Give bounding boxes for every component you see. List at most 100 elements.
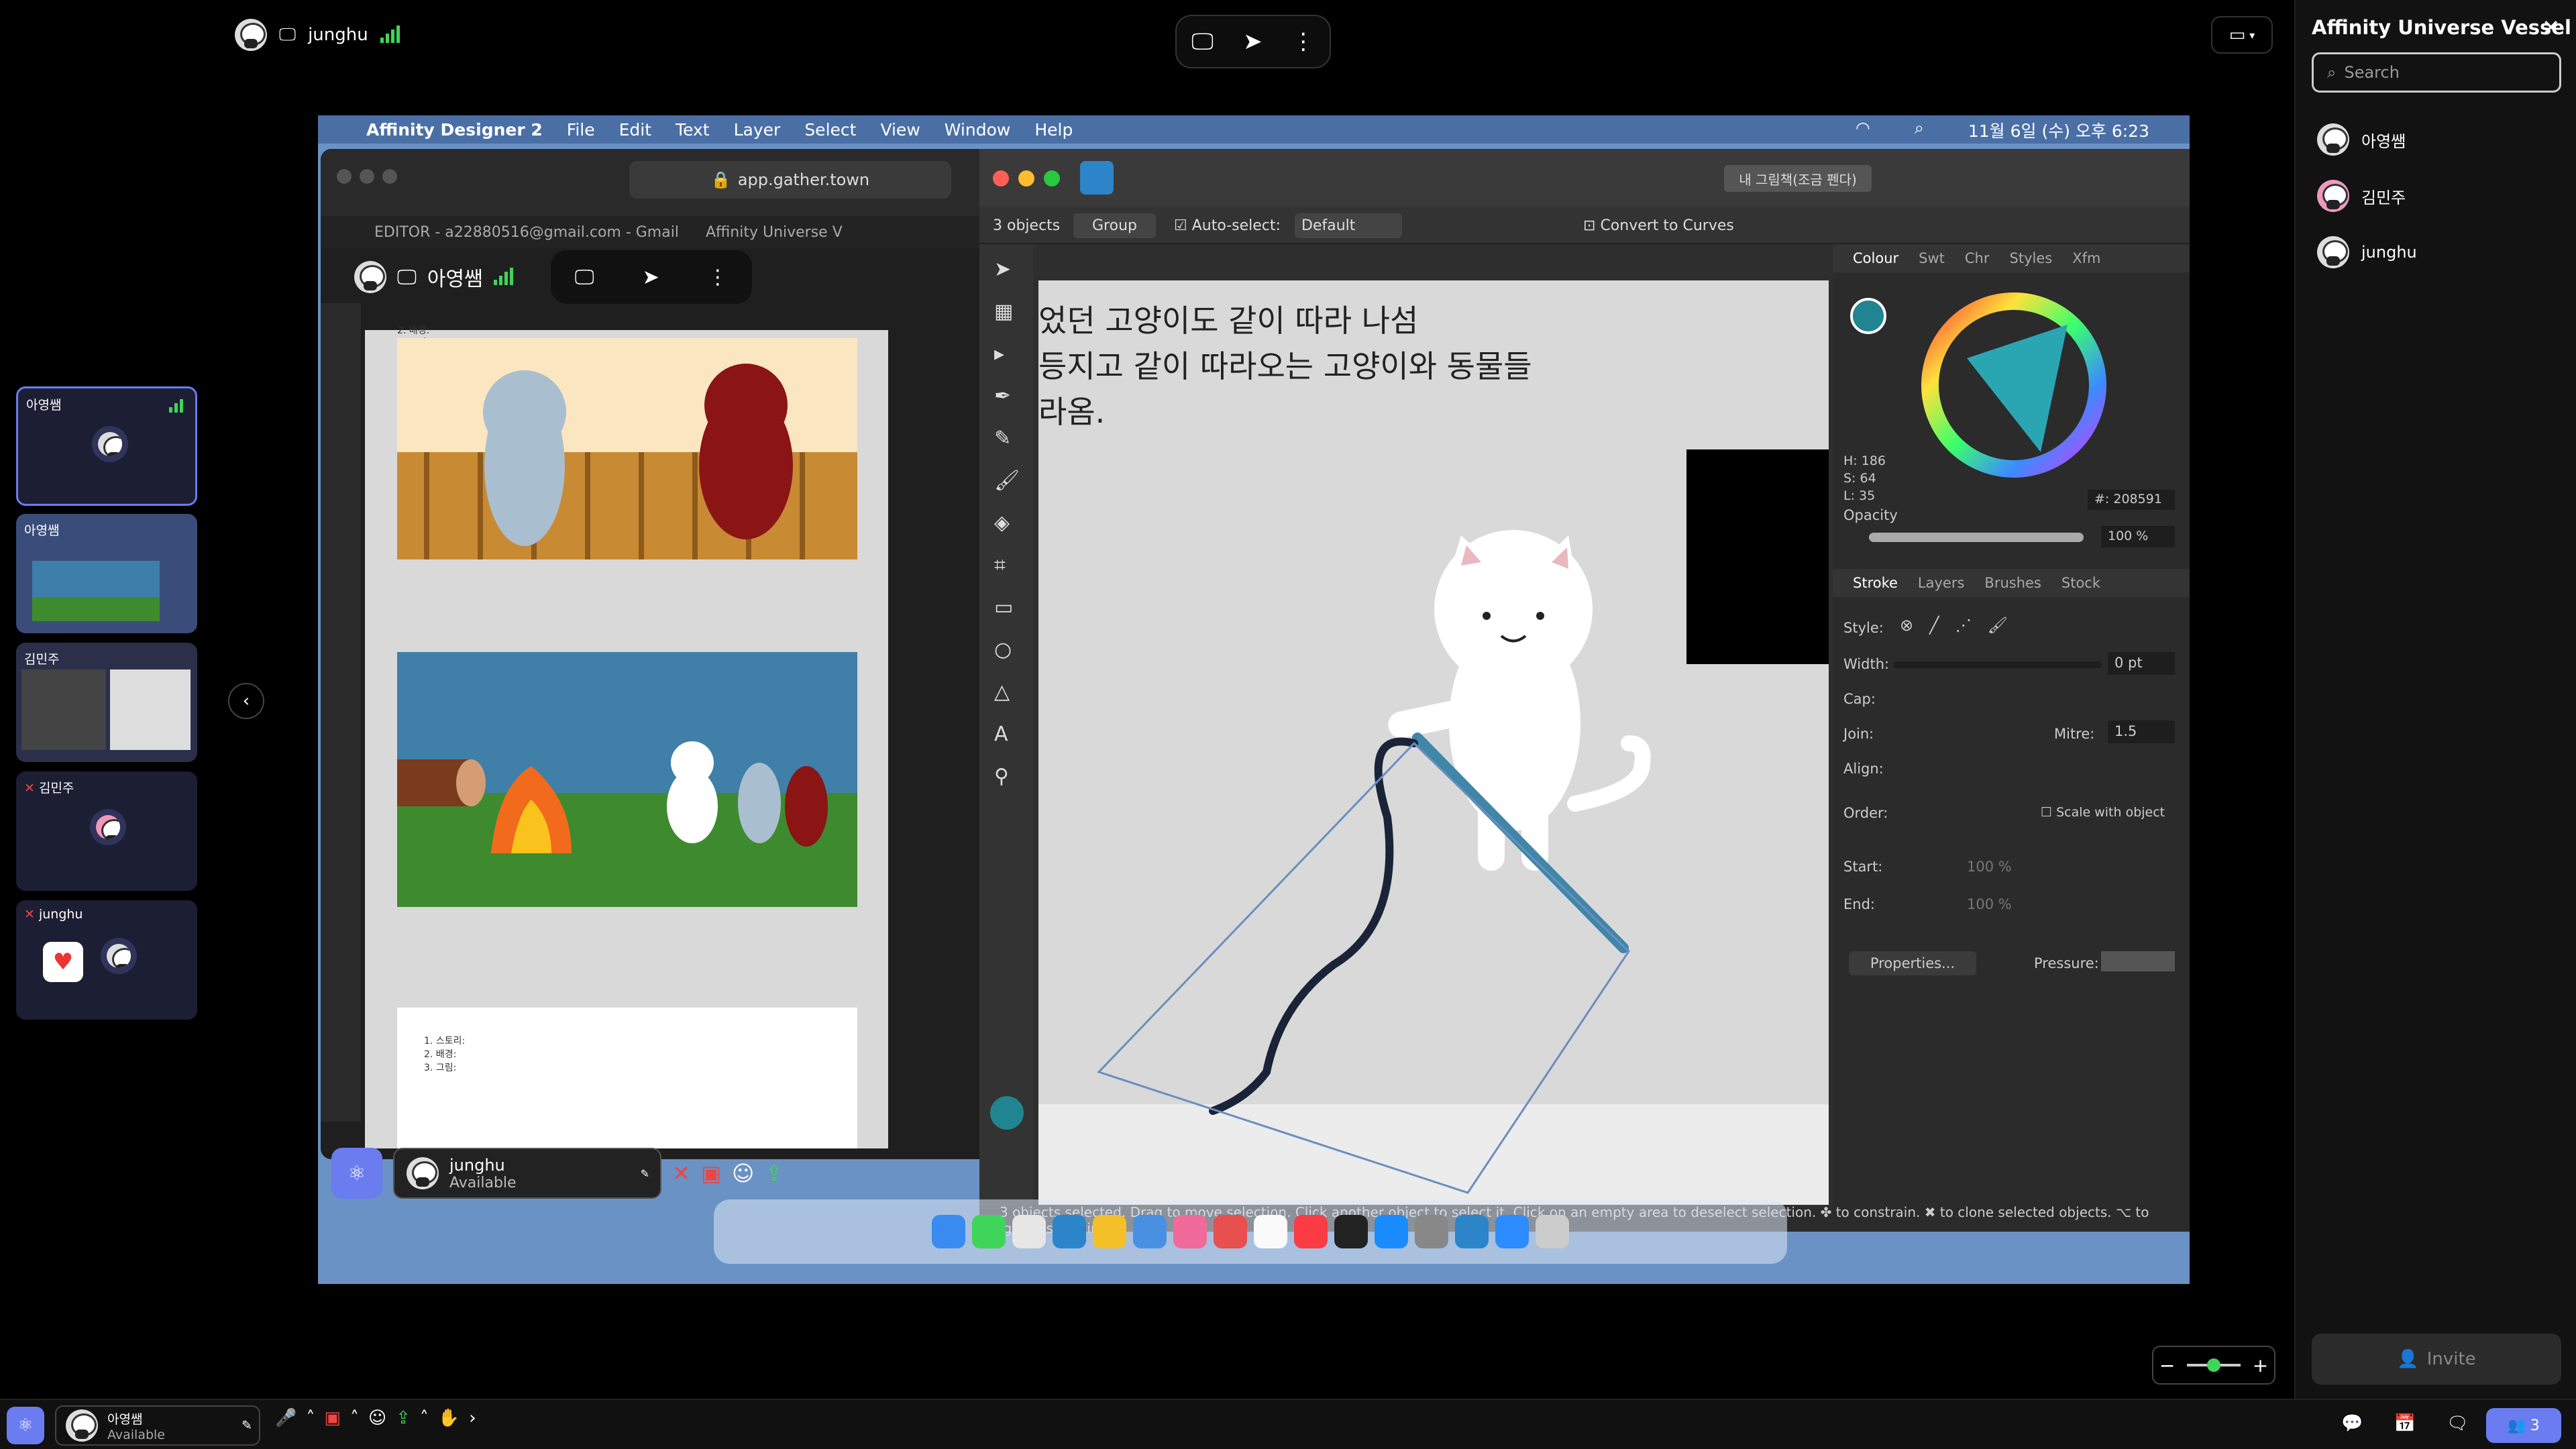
screen-share-icon[interactable]: 🖵	[575, 266, 594, 289]
designer-persona-icon[interactable]	[1080, 161, 1114, 195]
participant-tile[interactable]: ✕ junghu ♥	[16, 900, 197, 1020]
mail-icon[interactable]	[1133, 1215, 1167, 1248]
menu-file[interactable]: File	[567, 120, 595, 140]
gather-logo-icon[interactable]: ⚛	[7, 1407, 44, 1444]
tab-styles[interactable]: Styles	[2010, 250, 2053, 266]
opacity-field[interactable]: 100 %	[2101, 526, 2175, 547]
collapse-tiles-button[interactable]: ‹	[228, 683, 264, 719]
tab-character[interactable]: Chr	[1965, 250, 1990, 266]
finder-icon[interactable]	[932, 1215, 965, 1248]
participant-tile[interactable]: 김민주	[16, 643, 197, 762]
width-slider[interactable]	[1893, 661, 2102, 668]
ellipse-tool-icon[interactable]: ○	[994, 638, 1020, 661]
camera-off-icon[interactable]: ▣	[324, 1408, 341, 1428]
menu-window[interactable]: Window	[945, 120, 1011, 140]
menu-clock[interactable]: 11월 6일 (수) 오후 6:23	[1968, 118, 2149, 142]
tab-affinity[interactable]: Affinity Universe V	[706, 224, 843, 241]
opacity-slider[interactable]	[1869, 533, 2084, 542]
hex-field[interactable]: #: 208591	[2088, 490, 2175, 510]
auto-select-checkbox[interactable]: ☑ Auto-select:	[1174, 217, 1281, 234]
text-tool-icon[interactable]: A	[994, 722, 1020, 746]
chevron-up-icon[interactable]: ˄	[306, 1408, 315, 1428]
gather-logo-icon[interactable]: ⚛	[331, 1148, 382, 1199]
more-icon[interactable]: ⋮	[708, 266, 728, 289]
menu-edit[interactable]: Edit	[619, 120, 651, 140]
participant-tile[interactable]: 아영쌤	[16, 386, 197, 506]
url-bar[interactable]: 🔒 app.gather.town	[629, 161, 951, 199]
current-colour-swatch[interactable]	[1850, 298, 1886, 334]
rectangle-tool-icon[interactable]: ▭	[994, 596, 1020, 619]
zoom-out-icon[interactable]: −	[2159, 1354, 2175, 1377]
mic-icon[interactable]: 🎤	[275, 1408, 297, 1428]
pencil-icon[interactable]: ✎	[641, 1167, 649, 1180]
dashed-line-icon[interactable]: ⋰	[1955, 616, 1972, 635]
participant-row[interactable]: 김민주	[2317, 176, 2406, 216]
design-canvas[interactable]: 었던 고양이도 같이 따라 나섬 등지고 같이 따라오는 고양이와 동물들 라옴…	[1038, 280, 1829, 1205]
cat-illustration[interactable]	[1038, 280, 1829, 1205]
end-field[interactable]: 100 %	[1967, 896, 2012, 912]
calendar-icon[interactable]	[1214, 1215, 1247, 1248]
close-icon[interactable]: ✕	[2542, 15, 2560, 40]
pencil-icon[interactable]: ✎	[241, 1418, 252, 1433]
menu-text[interactable]: Text	[676, 120, 710, 140]
cursor-icon[interactable]: ➤	[1243, 28, 1263, 55]
photos-icon[interactable]	[1173, 1215, 1207, 1248]
app-store-icon[interactable]	[1375, 1215, 1408, 1248]
tab-stroke[interactable]: Stroke	[1853, 575, 1898, 591]
view-mode-button[interactable]: ▭ ▾	[2211, 16, 2273, 54]
colour-wheel[interactable]	[1913, 284, 2114, 486]
participant-row[interactable]: junghu	[2317, 232, 2417, 272]
calendar-icon[interactable]: 📅	[2394, 1413, 2416, 1434]
tab-swatches[interactable]: Swt	[1919, 250, 1945, 266]
pen-tool-icon[interactable]: ✒	[994, 384, 1020, 408]
scale-with-object-checkbox[interactable]: ☐ Scale with object	[2041, 805, 2165, 820]
crop-tool-icon[interactable]: ⌗	[994, 553, 1020, 577]
participants-button[interactable]: 👥 3	[2486, 1408, 2561, 1443]
screen-share-icon[interactable]: 🖵	[1191, 28, 1214, 55]
group-button[interactable]: Group	[1073, 213, 1156, 238]
invite-button[interactable]: 👤 Invite	[2312, 1334, 2561, 1385]
music-icon[interactable]	[1294, 1215, 1328, 1248]
tab-gmail[interactable]: EDITOR - a22880516@gmail.com - Gmail	[374, 224, 679, 241]
move-tool-icon[interactable]: ➤	[994, 258, 1020, 281]
tab-transform[interactable]: Xfm	[2072, 250, 2100, 266]
start-field[interactable]: 100 %	[1967, 859, 2012, 875]
maximize-window-icon[interactable]	[1044, 170, 1060, 186]
solid-line-icon[interactable]: ╱	[1929, 616, 1939, 635]
width-field[interactable]: 0 pt	[2108, 652, 2175, 675]
participant-tile[interactable]: 아영쌤	[16, 514, 197, 633]
share-screen-icon[interactable]: ⇪	[765, 1161, 783, 1186]
close-window-icon[interactable]	[993, 170, 1009, 186]
zoom-in-icon[interactable]: +	[2253, 1354, 2268, 1377]
texture-line-icon[interactable]: 🖌	[1988, 616, 2008, 635]
emoji-icon[interactable]: ☺	[368, 1408, 386, 1428]
tab-stock[interactable]: Stock	[2061, 575, 2100, 591]
brush-tool-icon[interactable]: 🖌	[994, 469, 1020, 492]
menu-select[interactable]: Select	[804, 120, 856, 140]
zoom-icon[interactable]	[1495, 1215, 1529, 1248]
eyedropper-tool-icon[interactable]: ⚲	[994, 765, 1020, 788]
affinity-designer-icon[interactable]	[1455, 1215, 1489, 1248]
properties-button[interactable]: Properties...	[1849, 951, 1976, 975]
more-icon[interactable]: ⋮	[1292, 28, 1315, 55]
artboard-tool-icon[interactable]: ▦	[994, 300, 1020, 323]
triangle-tool-icon[interactable]: △	[994, 680, 1020, 704]
messages-icon[interactable]: 🗨	[2447, 1413, 2469, 1434]
minimize-window-icon[interactable]	[1018, 170, 1034, 186]
search-icon[interactable]: ⌕	[1915, 118, 1924, 142]
mic-off-icon[interactable]: ✕	[672, 1161, 690, 1186]
messages-icon[interactable]	[972, 1215, 1006, 1248]
no-stroke-icon[interactable]: ⊗	[1900, 616, 1913, 635]
notes-icon[interactable]	[1254, 1215, 1287, 1248]
search-input[interactable]: ⌕ Search	[2312, 52, 2561, 93]
cursor-icon[interactable]: ➤	[643, 266, 659, 289]
footer-user-chip[interactable]: junghu Available ✎	[393, 1148, 661, 1199]
menu-app-name[interactable]: Affinity Designer 2	[366, 120, 543, 140]
emoji-icon[interactable]: ☺	[732, 1161, 754, 1186]
wifi-icon[interactable]: ◠	[1856, 118, 1870, 142]
settings-icon[interactable]	[1415, 1215, 1448, 1248]
fill-tool-icon[interactable]: ◈	[994, 511, 1020, 535]
menu-view[interactable]: View	[880, 120, 920, 140]
mitre-field[interactable]: 1.5	[2108, 720, 2175, 743]
auto-select-dropdown[interactable]: Default	[1295, 213, 1402, 238]
